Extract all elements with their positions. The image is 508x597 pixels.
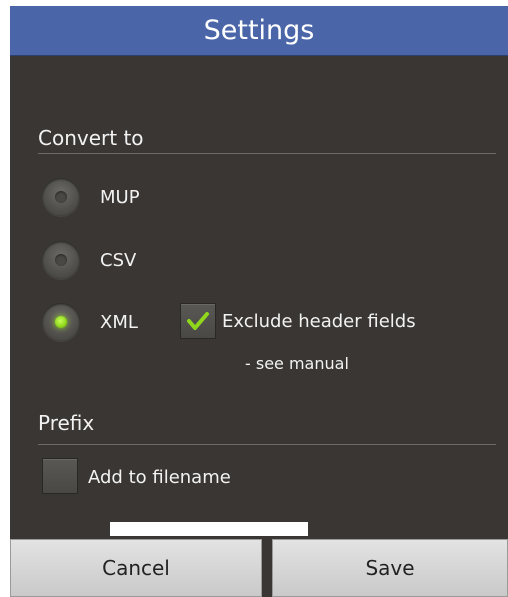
- radio-xml-label[interactable]: XML: [100, 312, 138, 334]
- prefix-heading: Prefix: [38, 411, 95, 435]
- exclude-header-label[interactable]: Exclude header fields: [222, 311, 416, 333]
- prefix-input[interactable]: [110, 522, 308, 536]
- radio-xml-indicator: [55, 316, 67, 328]
- radio-csv[interactable]: [42, 241, 80, 279]
- radio-csv-indicator: [55, 254, 67, 266]
- screen: Settings Convert to MUP CSV XML Exclude …: [0, 0, 508, 597]
- settings-dialog: Settings Convert to MUP CSV XML Exclude …: [10, 6, 508, 597]
- save-button[interactable]: Save: [272, 539, 508, 597]
- radio-mup-label[interactable]: MUP: [100, 187, 140, 209]
- radio-mup-indicator: [55, 191, 67, 203]
- prefix-divider: [38, 444, 496, 445]
- add-to-filename-label[interactable]: Add to filename: [88, 467, 231, 489]
- convert-divider: [38, 153, 496, 154]
- exclude-header-checkbox[interactable]: [180, 303, 216, 339]
- radio-csv-label[interactable]: CSV: [100, 250, 136, 272]
- dialog-title: Settings: [10, 6, 508, 56]
- radio-mup[interactable]: [42, 178, 80, 216]
- convert-to-heading: Convert to: [38, 126, 144, 150]
- add-to-filename-checkbox[interactable]: [42, 458, 78, 494]
- see-manual-note: - see manual: [245, 354, 349, 373]
- radio-xml[interactable]: [42, 303, 80, 341]
- cancel-button[interactable]: Cancel: [10, 539, 262, 597]
- checkmark-icon: [187, 312, 209, 330]
